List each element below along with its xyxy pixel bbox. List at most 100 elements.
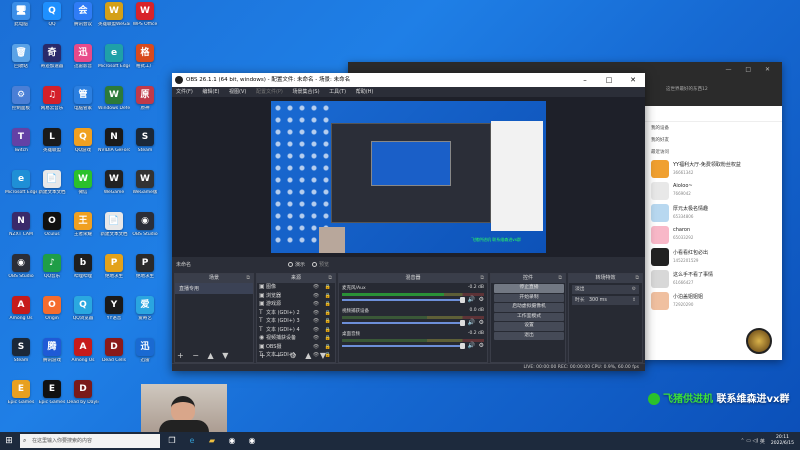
scene-toolbar[interactable]: + − ▲ ▼ bbox=[177, 352, 231, 360]
source-item[interactable]: ◉ 视频捕获设备 👁 🔒 bbox=[257, 334, 335, 343]
desktop-icon[interactable]: E Epic Games bbox=[5, 380, 37, 414]
gear-icon[interactable]: ⚙ bbox=[479, 296, 484, 303]
mode-preview[interactable]: 预览 bbox=[312, 259, 329, 271]
gear-icon[interactable]: ⚙ bbox=[479, 342, 484, 349]
desktop-icon[interactable]: W 英雄联盟WeGame bbox=[98, 2, 130, 36]
desktop-icon[interactable]: 会腾讯会议 bbox=[67, 2, 99, 36]
desktop-icon[interactable]: ♪ QQ音乐 bbox=[36, 254, 68, 288]
visibility-lock-icons[interactable]: 👁 🔒 bbox=[313, 334, 333, 343]
desktop-icon[interactable]: 📄 新建文本文档 bbox=[36, 170, 68, 204]
volume-icon[interactable]: 🔊 bbox=[468, 342, 475, 349]
minimize-button[interactable]: – bbox=[573, 73, 597, 87]
menu-edit[interactable]: 编辑(E) bbox=[202, 89, 219, 95]
desktop-icon[interactable]: N NVIDIA GeForce bbox=[98, 128, 130, 162]
gear-icon[interactable]: ⚙ bbox=[479, 319, 484, 326]
desktop-icon[interactable]: 迅迅雷影音 bbox=[67, 44, 99, 78]
menu-scene-collection[interactable]: 场景集合(S) bbox=[292, 89, 319, 95]
visibility-lock-icons[interactable]: 👁 🔒 bbox=[313, 309, 333, 318]
desktop-icon[interactable]: 🗑 回收站 bbox=[5, 44, 37, 78]
desktop-icon[interactable]: S Steam bbox=[5, 338, 37, 372]
control-button[interactable]: 工作室模式 bbox=[494, 312, 564, 321]
contact-item[interactable]: 这么手不看了事情 61666427 bbox=[645, 268, 782, 290]
maximize-button[interactable]: □ bbox=[597, 73, 621, 87]
desktop-icon[interactable]: W WPS Office bbox=[129, 2, 161, 36]
network-icon[interactable]: ▭ bbox=[746, 438, 751, 444]
contact-item[interactable]: 小看看红包必出 1452201529 bbox=[645, 246, 782, 268]
desktop-icon[interactable]: A Among Us bbox=[5, 296, 37, 330]
desktop-icon[interactable]: ⚙ 控制面板 bbox=[5, 86, 37, 120]
desktop-icon[interactable]: A Among Us bbox=[67, 338, 99, 372]
mode-studio[interactable]: 演示 bbox=[288, 259, 305, 271]
contact-tabs[interactable] bbox=[645, 106, 782, 122]
task-view-icon[interactable]: ❐ bbox=[164, 433, 180, 449]
spinner-icon[interactable]: ⇕ bbox=[632, 296, 636, 305]
taskbar-search[interactable]: ⌕ 在这里输入你要搜索的内容 bbox=[20, 434, 160, 448]
taskbar-clock[interactable]: 20:11 2022/6/15 bbox=[771, 435, 794, 447]
dock-close-icon[interactable]: ⧉ bbox=[328, 274, 332, 283]
menu-profile[interactable]: 配置文件(P) bbox=[256, 89, 283, 95]
gear-icon[interactable]: ⚙ bbox=[632, 285, 636, 294]
desktop-icon[interactable]: 格格式工厂 bbox=[129, 44, 161, 78]
desktop-icon[interactable]: 原原神 bbox=[129, 86, 161, 120]
source-item[interactable]: T 文本 (GDI+) 3 👁 🔒 bbox=[257, 317, 335, 326]
transition-select[interactable]: 淡出 ⚙ bbox=[572, 285, 639, 294]
source-item[interactable]: ▣图像 👁 🔒 bbox=[257, 283, 335, 292]
desktop-icon[interactable]: Q QQ浏览器 bbox=[67, 296, 99, 330]
close-button[interactable]: ✕ bbox=[621, 73, 645, 87]
desktop-icon[interactable]: D Dead by Daylight bbox=[67, 380, 99, 414]
source-item[interactable]: T 文本 (GDI+) 4 👁 🔒 bbox=[257, 326, 335, 335]
desktop-icon[interactable]: b 哔哩哔哩 bbox=[67, 254, 99, 288]
obs-taskbar-icon-2[interactable]: ◉ bbox=[244, 433, 260, 449]
desktop-icon[interactable]: 迅迅雷 bbox=[129, 338, 161, 372]
visibility-lock-icons[interactable]: 👁 🔒 bbox=[313, 343, 333, 352]
volume-icon[interactable]: 🔊 bbox=[468, 296, 475, 303]
source-item[interactable]: ▣浏览器 👁 🔒 bbox=[257, 292, 335, 301]
desktop-icon[interactable]: ♫ 网易云音乐 bbox=[36, 86, 68, 120]
contact-group[interactable]: 我的好友 bbox=[645, 134, 782, 146]
slider-knob[interactable] bbox=[460, 320, 465, 326]
desktop-icon[interactable]: Q QQ游戏 bbox=[67, 128, 99, 162]
volume-slider[interactable] bbox=[342, 297, 465, 303]
desktop-icon[interactable]: W Windows Defender bbox=[98, 86, 130, 120]
tray-chevron-icon[interactable]: ⌃ bbox=[740, 438, 744, 444]
menu-file[interactable]: 文件(F) bbox=[176, 89, 193, 95]
control-button[interactable]: 停止直播 bbox=[494, 284, 564, 293]
menu-help[interactable]: 帮助(H) bbox=[356, 89, 374, 95]
control-button[interactable]: 设置 bbox=[494, 322, 564, 331]
profile-avatar[interactable] bbox=[746, 328, 772, 354]
source-item[interactable]: T 文本 (GDI+) 2 👁 🔒 bbox=[257, 309, 335, 318]
desktop-icon[interactable]: ◉ OBS Studio bbox=[5, 254, 37, 288]
desktop-icon[interactable]: 管电脑管家 bbox=[67, 86, 99, 120]
windows-start-icon[interactable]: ⊞ bbox=[0, 432, 18, 450]
contact-group[interactable]: 我的设备 bbox=[645, 122, 782, 134]
contact-group[interactable]: 最近访问 bbox=[645, 146, 782, 158]
chat-window-controls[interactable]: — □ ✕ bbox=[725, 66, 776, 73]
volume-slider[interactable] bbox=[342, 343, 465, 349]
desktop-icon[interactable]: Q QQ bbox=[36, 2, 68, 36]
desktop-icon[interactable]: D Dead Cells bbox=[98, 338, 130, 372]
control-button[interactable]: 启动虚拟摄像机 bbox=[494, 303, 564, 312]
dock-close-icon[interactable]: ⧉ bbox=[635, 274, 639, 283]
desktop-icon[interactable]: e Microsoft Edge bbox=[98, 44, 130, 78]
explorer-taskbar-icon[interactable]: ▰ bbox=[204, 433, 220, 449]
control-button[interactable]: 开始录制 bbox=[494, 293, 564, 302]
source-item[interactable]: ▣OBS摄 👁 🔒 bbox=[257, 343, 335, 352]
volume-icon[interactable]: ◁) bbox=[753, 438, 759, 444]
desktop-icon[interactable]: Y YY语音 bbox=[98, 296, 130, 330]
desktop-icon[interactable]: N NZXT CAM bbox=[5, 212, 37, 246]
slider-knob[interactable] bbox=[460, 343, 465, 349]
visibility-lock-icons[interactable]: 👁 🔒 bbox=[313, 300, 333, 309]
contact-item[interactable]: 厚元太极名情趣 65334806 bbox=[645, 202, 782, 224]
desktop-icon[interactable]: P 绝地求生 bbox=[98, 254, 130, 288]
desktop-icon[interactable]: 📄 新建文本文档 bbox=[98, 212, 130, 246]
scene-item[interactable]: 直播专用 bbox=[175, 283, 253, 294]
contact-item[interactable]: YY福利大厅-免费领取粉丝权益 36661342 bbox=[645, 158, 782, 180]
ime-language[interactable]: 英 bbox=[760, 438, 765, 445]
desktop-icon[interactable]: 王王者荣耀 bbox=[67, 212, 99, 246]
visibility-lock-icons[interactable]: 👁 🔒 bbox=[313, 292, 333, 301]
desktop-icon[interactable]: W 微信 bbox=[67, 170, 99, 204]
desktop-icon[interactable]: 🖥 此电脑 bbox=[5, 2, 37, 36]
control-button[interactable]: 退出 bbox=[494, 331, 564, 340]
source-item[interactable]: ▣游戏源 👁 🔒 bbox=[257, 300, 335, 309]
contact-item[interactable]: charon 65033292 bbox=[645, 224, 782, 246]
